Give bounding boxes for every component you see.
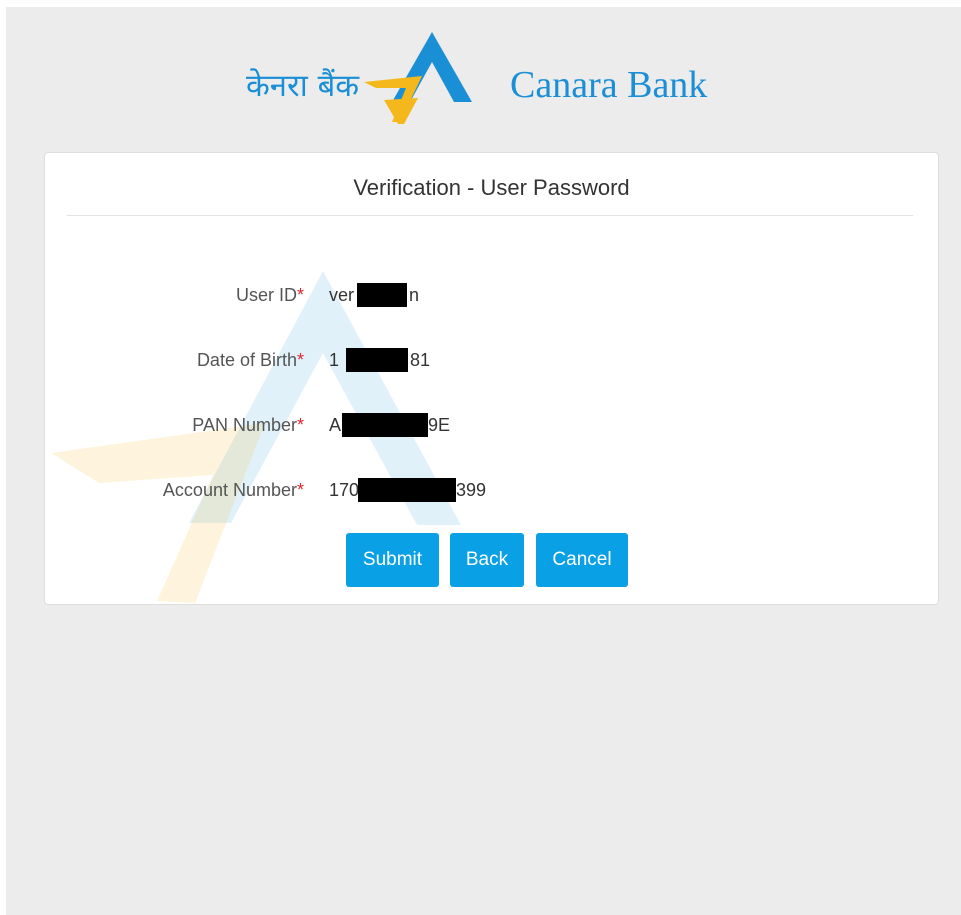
back-button[interactable]: Back: [450, 533, 524, 587]
page-title: Verification - User Password: [353, 175, 630, 200]
logo-hindi-text: केनरा बैंक: [246, 68, 360, 104]
canara-triangle-logo-icon: [364, 32, 472, 124]
redaction-bar: [342, 413, 428, 437]
verification-card: Verification - User Password User ID* ve…: [44, 152, 939, 605]
pan-number-label: PAN Number*: [192, 415, 304, 435]
date-of-birth-value: 1 81: [329, 348, 431, 372]
account-number-value: 170 399: [329, 478, 487, 502]
redaction-bar: [346, 348, 408, 372]
submit-button[interactable]: Submit: [346, 533, 439, 587]
required-mark: *: [296, 415, 304, 435]
required-mark: *: [296, 285, 304, 305]
required-mark: *: [296, 480, 304, 500]
required-mark: *: [296, 350, 304, 370]
logo-english-text: Canara Bank: [510, 64, 708, 106]
account-number-label: Account Number*: [162, 480, 304, 500]
date-of-birth-label: Date of Birth*: [196, 350, 304, 370]
title-divider: [67, 215, 913, 216]
user-id-value: ver n: [329, 283, 420, 307]
user-id-label: User ID*: [235, 285, 304, 305]
redaction-bar: [357, 283, 407, 307]
cancel-button[interactable]: Cancel: [536, 533, 628, 587]
pan-number-value: A 9E: [329, 413, 451, 437]
redaction-bar: [358, 478, 456, 502]
bank-logo: केनरा बैंक Canara Bank: [246, 30, 746, 130]
